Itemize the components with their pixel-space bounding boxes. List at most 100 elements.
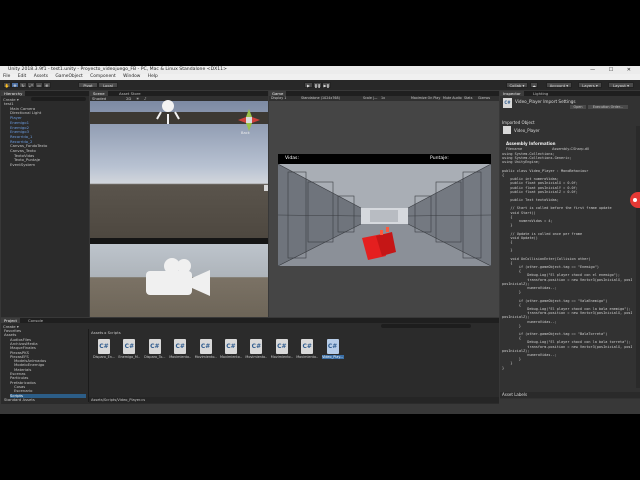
hand-tool-icon[interactable]: ✋ bbox=[3, 82, 11, 88]
tab-hierarchy[interactable]: Hierarchy bbox=[1, 91, 26, 96]
csharp-script-icon: C# bbox=[148, 339, 161, 354]
csharp-script-icon: C# bbox=[225, 339, 237, 354]
script-asset-label: Movimiento... bbox=[245, 355, 268, 359]
inspector-panel: Inspector Lighting C# Video_Player Impor… bbox=[500, 91, 640, 399]
script-asset-tile[interactable]: C# Movimiento... bbox=[195, 338, 217, 366]
script-asset-tile[interactable]: C# Movimiento... bbox=[296, 338, 318, 366]
rotate-tool-icon[interactable]: ↻ bbox=[19, 82, 27, 88]
inspector-tabstrip: Inspector Lighting bbox=[500, 91, 640, 96]
account-dropdown[interactable]: Account ▾ bbox=[546, 82, 572, 88]
menu-help[interactable]: Help bbox=[148, 74, 158, 79]
step-icon[interactable]: ▶❚ bbox=[322, 82, 331, 88]
menu-component[interactable]: Component bbox=[90, 74, 116, 79]
script-asset-tile[interactable]: C# Movimiento... bbox=[169, 338, 191, 366]
tab-inspector[interactable]: Inspector bbox=[500, 91, 524, 96]
script-asset-label: Movimiento... bbox=[169, 355, 192, 359]
csharp-script-icon: C# bbox=[123, 339, 136, 354]
collab-dropdown[interactable]: Collab ▾ bbox=[506, 82, 528, 88]
csharp-script-icon: C# bbox=[98, 339, 110, 354]
script-asset-tile[interactable]: C# Video_Play... bbox=[321, 338, 344, 366]
game-toolbar: Display 1 Standalone (1024x768) Scale |—… bbox=[269, 96, 499, 101]
display-dropdown[interactable]: Display 1 bbox=[271, 96, 286, 101]
project-splitter[interactable] bbox=[88, 329, 89, 402]
record-button[interactable] bbox=[630, 192, 640, 208]
local-toggle[interactable]: Local bbox=[98, 82, 118, 88]
code-line: } bbox=[502, 365, 505, 370]
tab-project[interactable]: Project bbox=[1, 318, 20, 323]
unity-editor-window: Unity 2018.3.9f1 - test1.unity - Proyect… bbox=[0, 66, 640, 414]
csharp-script-icon: C# bbox=[326, 339, 339, 354]
gizmos-dropdown[interactable]: Gizmos bbox=[478, 96, 490, 101]
axis-gizmo-icon[interactable]: Back bbox=[236, 109, 262, 137]
project-folder-item[interactable]: Standard Assets bbox=[4, 397, 86, 402]
pivot-toggle[interactable]: Pivot bbox=[78, 82, 98, 88]
camera-view[interactable] bbox=[90, 244, 268, 317]
menu-assets[interactable]: Assets bbox=[34, 74, 48, 79]
layout-dropdown[interactable]: Layout ▾ bbox=[608, 82, 634, 88]
transform-tool-icon[interactable]: ⊕ bbox=[43, 82, 51, 88]
script-asset-tile[interactable]: C# Movimiento... bbox=[220, 338, 242, 366]
script-asset-tile[interactable]: C# Movimiento... bbox=[245, 338, 267, 366]
window-title: Unity 2018.3.9f1 - test1.unity - Proyect… bbox=[8, 67, 227, 72]
script-asset-tile[interactable]: C# Enemigo_M... bbox=[118, 338, 140, 366]
project-panel: Project Console Create ▾ Favorites Assets… bbox=[1, 318, 499, 404]
game-render bbox=[278, 163, 491, 266]
hierarchy-item[interactable]: EventSystem bbox=[10, 162, 89, 168]
menu-edit[interactable]: Edit bbox=[18, 74, 27, 79]
scale-slider[interactable]: |— bbox=[373, 96, 377, 101]
scale-value: 1x bbox=[381, 96, 386, 100]
scale-tool-icon[interactable]: ⤢ bbox=[27, 82, 35, 88]
script-asset-label: Movimiento... bbox=[194, 355, 217, 359]
camera-gizmo-icon[interactable] bbox=[144, 258, 214, 298]
open-button[interactable]: Open bbox=[570, 105, 586, 109]
game-screen[interactable]: Vidas: Puntaje: bbox=[278, 154, 491, 266]
play-icon[interactable]: ▶ bbox=[304, 82, 313, 88]
filename-label: Filename bbox=[506, 147, 523, 151]
hierarchy-tabstrip: Hierarchy bbox=[1, 91, 89, 96]
csharp-script-icon: C# bbox=[174, 339, 187, 354]
scene-viewport[interactable]: Back bbox=[90, 100, 268, 238]
project-asset-grid: C# Disparo_En... C# Enemigo_M... C# Disparo_T… bbox=[93, 338, 493, 372]
menu-gameobject[interactable]: GameObject bbox=[55, 74, 82, 79]
execution-order-button[interactable]: Execution Order... bbox=[588, 105, 628, 109]
hud-puntaje: Puntaje: bbox=[430, 156, 449, 161]
script-asset-label: Disparo_To... bbox=[144, 355, 166, 359]
maximize-on-play-toggle[interactable]: Maximize On Play bbox=[411, 96, 440, 101]
window-title-bar: Unity 2018.3.9f1 - test1.unity - Proyect… bbox=[0, 66, 640, 74]
script-asset-tile[interactable]: C# Disparo_En... bbox=[93, 338, 115, 366]
directional-light-icon[interactable] bbox=[156, 97, 180, 124]
game-panel: Game Display 1 Standalone (1024x768) Sca… bbox=[269, 91, 499, 317]
menu-file[interactable]: File bbox=[3, 74, 10, 79]
move-tool-icon[interactable]: ✥ bbox=[11, 82, 19, 88]
tab-lighting[interactable]: Lighting bbox=[530, 91, 551, 96]
layers-dropdown[interactable]: Layers ▾ bbox=[578, 82, 602, 88]
cloud-icon[interactable]: ☁ bbox=[530, 82, 538, 88]
window-controls[interactable]: — ☐ ✕ bbox=[590, 66, 637, 74]
mute-audio-toggle[interactable]: Mute Audio bbox=[443, 96, 462, 101]
rect-tool-icon[interactable]: ▭ bbox=[35, 82, 43, 88]
project-search-input[interactable] bbox=[381, 324, 471, 328]
imported-object-heading: Imported Object bbox=[502, 120, 535, 125]
menu-window[interactable]: Window bbox=[123, 74, 140, 79]
record-dot-icon bbox=[633, 198, 637, 202]
tab-console[interactable]: Console bbox=[25, 318, 46, 323]
script-file-icon: C# bbox=[503, 98, 512, 108]
hud-vidas: Vidas: bbox=[285, 156, 299, 161]
hud-bar: Vidas: Puntaje: bbox=[278, 154, 491, 164]
hierarchy-search-input[interactable] bbox=[31, 97, 86, 101]
script-asset-label: Enemigo_M... bbox=[118, 355, 141, 359]
filename-value: Assembly-CSharp.dll bbox=[552, 147, 590, 151]
pause-icon[interactable]: ❚❚ bbox=[313, 82, 322, 88]
inspector-scrollbar[interactable] bbox=[636, 126, 640, 388]
project-breadcrumb[interactable]: Assets ▸ Scripts bbox=[91, 330, 121, 335]
scene-scrollbar-handle[interactable] bbox=[264, 185, 268, 191]
aspect-dropdown[interactable]: Standalone (1024x768) bbox=[301, 96, 340, 101]
imported-object-name: Video_Player bbox=[514, 128, 540, 133]
script-asset-label: Movimiento... bbox=[296, 355, 319, 359]
selected-asset-path: Assets/Scripts/Video_Player.cs bbox=[91, 398, 146, 402]
script-asset-tile[interactable]: C# Disparo_To... bbox=[144, 338, 166, 366]
stats-toggle[interactable]: Stats bbox=[464, 96, 472, 101]
script-source-preview: using System.Collections; using System.Co… bbox=[502, 152, 632, 388]
script-asset-tile[interactable]: C# Movimiento... bbox=[271, 338, 293, 366]
inspector-asset-title: Video_Player Import Settings bbox=[515, 99, 576, 104]
